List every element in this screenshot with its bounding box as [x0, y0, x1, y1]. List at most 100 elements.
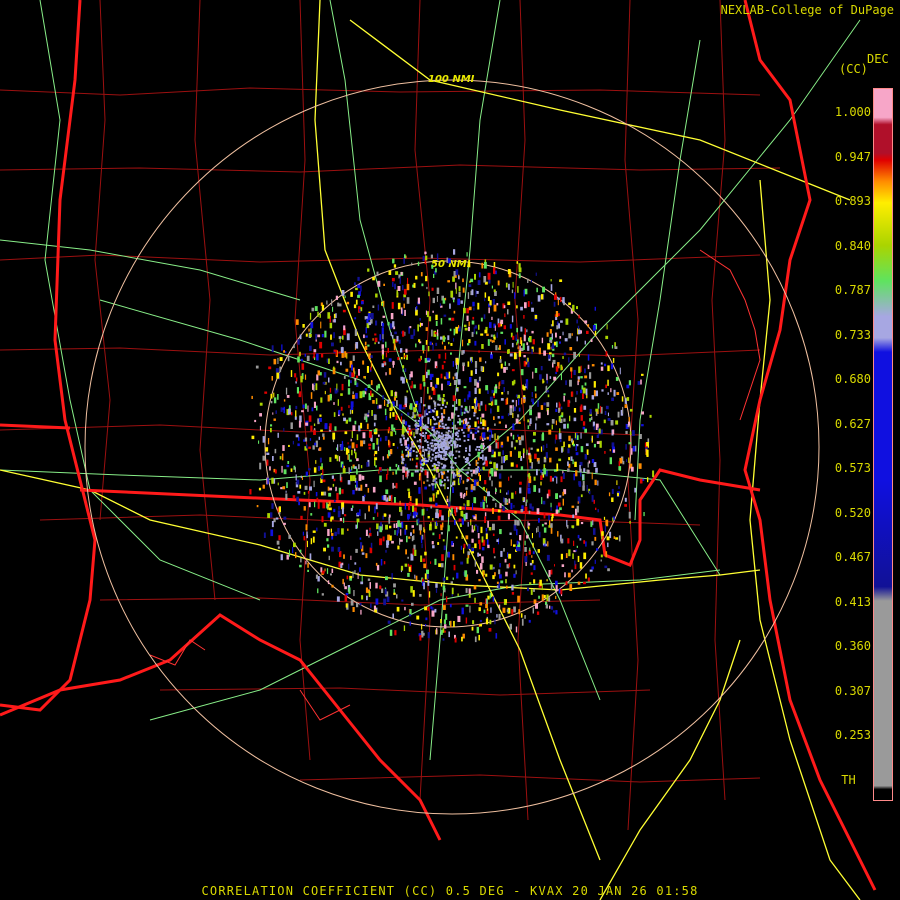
echo-core-pixel — [462, 431, 465, 434]
echo-pixel — [488, 307, 490, 314]
echo-pixel — [438, 563, 441, 567]
echo-pixel — [262, 455, 266, 461]
echo-core-pixel — [419, 439, 421, 441]
echo-pixel — [506, 492, 508, 495]
echo-pixel — [389, 466, 392, 471]
echo-core-pixel — [406, 467, 409, 470]
echo-pixel — [454, 509, 457, 516]
echo-pixel — [400, 357, 403, 360]
echo-pixel — [379, 585, 382, 590]
echo-pixel — [546, 402, 550, 407]
echo-pixel — [547, 354, 550, 359]
echo-pixel — [551, 517, 553, 522]
echo-pixel — [490, 607, 492, 613]
echo-pixel — [546, 579, 548, 582]
echo-pixel — [489, 434, 492, 441]
echo-pixel — [496, 303, 499, 306]
echo-core-pixel — [464, 460, 467, 463]
echo-pixel — [503, 325, 506, 330]
echo-pixel — [472, 503, 474, 510]
echo-pixel — [356, 602, 359, 608]
echo-pixel — [576, 545, 578, 548]
echo-pixel — [370, 542, 373, 549]
echo-pixel — [576, 319, 578, 324]
echo-pixel — [507, 391, 509, 395]
echo-pixel — [629, 431, 632, 436]
echo-pixel — [310, 425, 313, 432]
echo-pixel — [367, 344, 370, 347]
echo-pixel — [471, 548, 473, 551]
echo-pixel — [422, 345, 425, 351]
echo-core-pixel — [460, 405, 463, 408]
echo-pixel — [373, 414, 377, 421]
echo-pixel — [369, 529, 371, 533]
echo-pixel — [571, 391, 574, 397]
echo-pixel — [288, 408, 291, 415]
echo-pixel — [540, 366, 543, 371]
echo-pixel — [562, 331, 564, 336]
echo-pixel — [410, 512, 412, 517]
echo-pixel — [466, 308, 469, 314]
echo-pixel — [510, 462, 514, 467]
echo-pixel — [461, 350, 464, 355]
echo-pixel — [407, 563, 410, 567]
echo-pixel — [452, 554, 455, 561]
echo-pixel — [417, 518, 420, 524]
echo-pixel — [364, 513, 366, 520]
echo-pixel — [473, 479, 477, 486]
echo-pixel — [541, 594, 544, 601]
echo-pixel — [523, 399, 526, 404]
echo-pixel — [530, 398, 534, 402]
echo-pixel — [577, 581, 581, 585]
echo-pixel — [491, 434, 494, 438]
echo-pixel — [600, 405, 602, 413]
echo-core-pixel — [443, 441, 446, 444]
echo-pixel — [416, 615, 420, 620]
echo-pixel — [273, 392, 275, 398]
echo-pixel — [330, 516, 332, 522]
echo-pixel — [479, 436, 482, 440]
echo-pixel — [514, 519, 517, 526]
echo-pixel — [299, 484, 302, 489]
echo-pixel — [458, 292, 461, 297]
echo-pixel — [467, 394, 469, 400]
echo-pixel — [478, 473, 480, 477]
echo-core-pixel — [446, 437, 449, 440]
echo-pixel — [519, 481, 522, 485]
echo-pixel — [316, 353, 319, 361]
echo-pixel — [591, 395, 595, 400]
echo-pixel — [334, 531, 337, 536]
echo-pixel — [251, 435, 255, 440]
echo-pixel — [446, 495, 448, 499]
echo-pixel — [518, 451, 521, 458]
echo-pixel — [311, 407, 314, 412]
echo-pixel — [357, 522, 358, 529]
echo-pixel — [436, 490, 440, 495]
echo-pixel — [310, 513, 313, 516]
echo-core-pixel — [454, 457, 457, 459]
echo-pixel — [426, 311, 429, 318]
echo-pixel — [568, 435, 571, 441]
echo-pixel — [501, 456, 503, 464]
echo-pixel — [281, 344, 283, 351]
echo-pixel — [452, 395, 456, 402]
echo-pixel — [258, 440, 260, 444]
echo-pixel — [321, 516, 324, 523]
echo-pixel — [348, 417, 352, 422]
echo-pixel — [560, 296, 562, 303]
echo-pixel — [575, 445, 577, 451]
echo-pixel — [425, 275, 428, 282]
echo-core-pixel — [445, 440, 448, 443]
echo-pixel — [332, 483, 335, 487]
echo-core-pixel — [466, 471, 469, 474]
echo-core-pixel — [451, 433, 454, 436]
echo-pixel — [374, 337, 378, 343]
echo-core-pixel — [431, 426, 434, 429]
echo-pixel — [472, 316, 475, 320]
echo-core-pixel — [445, 450, 448, 453]
echo-pixel — [474, 543, 477, 549]
echo-pixel — [507, 490, 509, 495]
echo-core-pixel — [450, 439, 453, 442]
echo-pixel — [393, 523, 396, 528]
echo-pixel — [406, 379, 408, 383]
